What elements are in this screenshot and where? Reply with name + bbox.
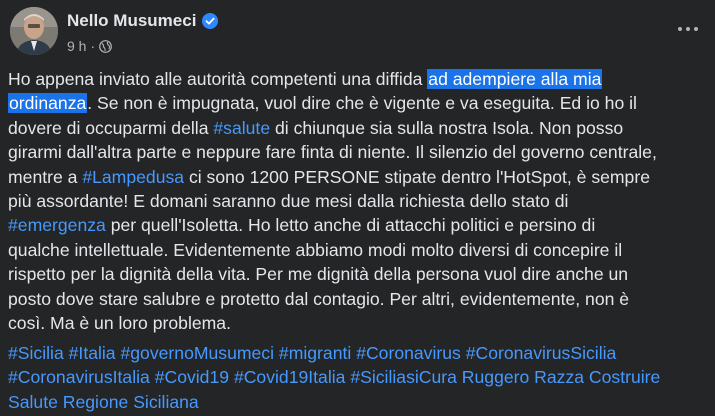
hashtag-link[interactable]: #migranti <box>279 343 351 363</box>
body-text-segment: dovere di occuparmi della <box>8 117 214 138</box>
hashtag-link[interactable]: #Lampedusa <box>82 167 184 187</box>
body-text-segment: ci sono 1200 PERSONE stipate dentro l'Ho… <box>184 166 650 187</box>
selected-text: ordinanza <box>8 93 88 114</box>
body-text-segment: . Se non è impugnata, vuol dire che è vi… <box>87 93 637 114</box>
post-meta: 9 h · <box>67 38 113 54</box>
selected-text: ad adempiere alla mia <box>427 69 603 89</box>
hashtag-link[interactable]: #CoronavirusSicilia <box>466 343 617 363</box>
body-line: mentre a #Lampedusa ci sono 1200 PERSONE… <box>8 165 708 189</box>
more-dot <box>694 27 698 31</box>
more-dot <box>686 27 690 31</box>
hashtag-link[interactable]: #emergenza <box>8 215 106 235</box>
body-text-segment: Ho appena inviato alle autorità competen… <box>8 69 428 89</box>
body-line: ordinanza. Se non è impugnata, vuol dire… <box>8 91 708 115</box>
globe-icon[interactable] <box>99 39 113 53</box>
author-row: Nello Musumeci <box>67 11 219 31</box>
tagged-pages-link[interactable]: Salute Regione Siciliana <box>8 392 199 412</box>
hashtag-line: Salute Regione Siciliana <box>8 390 708 414</box>
hashtag-block: #Sicilia #Italia #governoMusumeci #migra… <box>8 341 708 414</box>
hashtag-link[interactable]: #SiciliasiCura <box>350 367 457 387</box>
hashtag-link[interactable]: #Covid19 <box>155 367 229 387</box>
body-line: dovere di occuparmi della #salute di chi… <box>8 116 708 140</box>
hashtag-line: #CoronavirusItalia #Covid19 #Covid19Ital… <box>8 365 708 389</box>
body-line: così. Ma è un loro problema. <box>8 312 231 333</box>
hashtag-line: #Sicilia #Italia #governoMusumeci #migra… <box>8 341 708 365</box>
body-line: #emergenza per quell'Isoletta. Ho letto … <box>8 213 708 237</box>
body-line: girarmi dall'altra parte e neppure fare … <box>8 142 657 163</box>
post-timestamp[interactable]: 9 h <box>67 38 86 54</box>
more-dot <box>678 27 682 31</box>
body-text-segment: per quell'Isoletta. Ho letto anche di at… <box>105 215 596 236</box>
body-line: Ho appena inviato alle autorità competen… <box>8 67 708 91</box>
hashtag-link[interactable]: #salute <box>213 118 270 138</box>
hashtag-link[interactable]: #Sicilia <box>8 343 64 363</box>
post-header: Nello Musumeci 9 h · <box>10 7 710 61</box>
meta-separator: · <box>90 38 96 54</box>
tagged-pages-link[interactable]: Ruggero Razza Costruire <box>462 367 661 387</box>
hashtag-link[interactable]: #Italia <box>69 343 116 363</box>
body-line: qualche intellettuale. Evidentemente abb… <box>8 239 623 260</box>
hashtag-link[interactable]: #Coronavirus <box>356 343 461 363</box>
avatar[interactable] <box>10 7 58 55</box>
facebook-post: Nello Musumeci 9 h · Ho appena inviato a… <box>0 0 715 416</box>
body-text-segment: mentre a <box>8 166 83 187</box>
hashtag-link[interactable]: #CoronavirusItalia <box>8 367 150 387</box>
body-line: rispetto per la dignità della vita. Per … <box>8 264 629 285</box>
body-text-segment: di chiunque sia sulla nostra Isola. Non … <box>270 117 624 138</box>
hashtag-link[interactable]: #governoMusumeci <box>120 343 274 363</box>
avatar-photo <box>10 7 58 55</box>
post-body: Ho appena inviato alle autorità competen… <box>8 67 708 335</box>
hashtag-link[interactable]: #Covid19Italia <box>234 367 346 387</box>
verified-badge-icon <box>202 13 219 29</box>
body-line: più assordante! E domani saranno due mes… <box>8 190 569 211</box>
more-options-icon[interactable] <box>674 17 702 41</box>
author-name[interactable]: Nello Musumeci <box>67 11 196 31</box>
body-line: posto dove stare salubre e protetto dal … <box>8 288 630 309</box>
